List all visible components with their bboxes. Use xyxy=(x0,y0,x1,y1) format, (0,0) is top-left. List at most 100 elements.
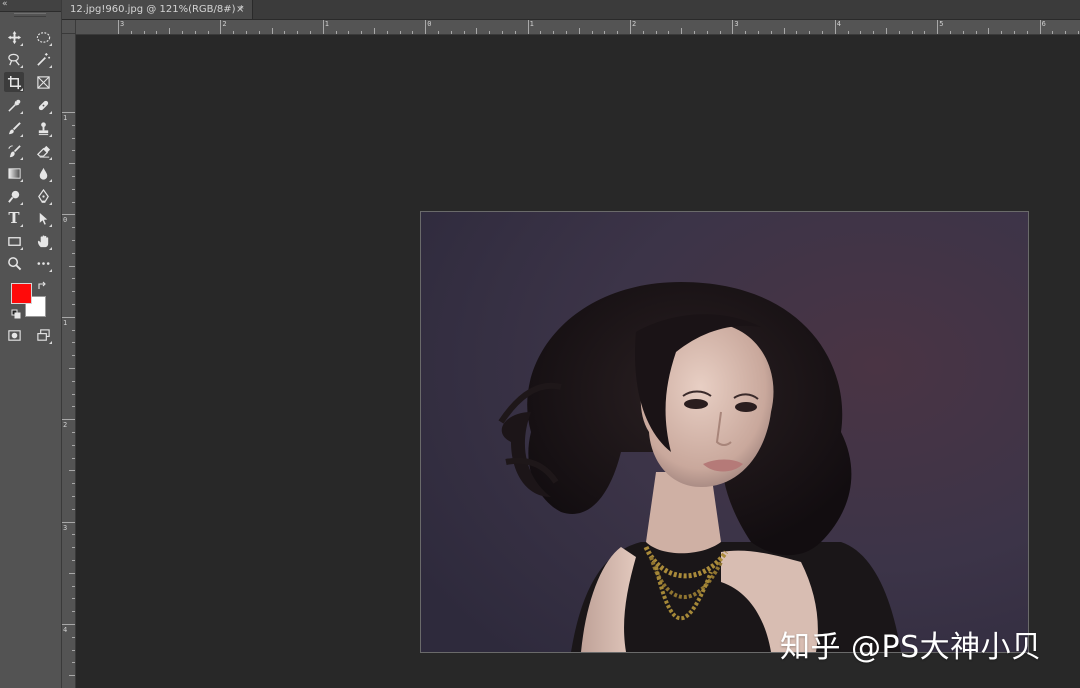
swap-colors-icon[interactable] xyxy=(37,281,47,291)
history-brush-tool-icon[interactable] xyxy=(4,141,24,161)
ruler-label: 3 xyxy=(120,20,125,28)
healing-brush-tool-icon[interactable] xyxy=(33,95,53,115)
ruler-minor-tick xyxy=(182,31,183,34)
crop-tool-icon[interactable] xyxy=(4,72,24,92)
ruler-minor-tick xyxy=(374,28,375,34)
ruler-minor-tick xyxy=(706,31,708,34)
rectangle-tool-icon[interactable] xyxy=(4,231,24,251)
ruler-minor-tick xyxy=(72,432,75,433)
document-tab[interactable]: 12.jpg!960.jpg @ 121%(RGB/8#) * × xyxy=(62,0,253,19)
ruler-minor-tick xyxy=(72,329,75,331)
quick-mask-icon[interactable] xyxy=(4,325,24,345)
ruler-minor-tick xyxy=(72,240,75,241)
ruler-label: 6 xyxy=(1041,20,1046,28)
ruler-label: 2 xyxy=(63,421,68,430)
ruler-origin[interactable] xyxy=(62,20,76,34)
ruler-major-tick xyxy=(937,20,939,34)
ruler-label: 0 xyxy=(63,216,68,225)
magic-wand-tool-icon[interactable] xyxy=(33,49,53,69)
ruler-label: 1 xyxy=(529,20,534,28)
ruler-minor-tick xyxy=(1078,31,1079,34)
brush-tool-icon[interactable] xyxy=(4,118,24,138)
zoom-tool-icon[interactable] xyxy=(4,253,24,273)
elliptical-marquee-tool-icon[interactable] xyxy=(33,27,53,47)
ruler-major-tick xyxy=(425,20,427,34)
pen-tool-icon[interactable] xyxy=(33,186,53,206)
ruler-minor-tick xyxy=(72,176,75,177)
clone-stamp-tool-icon[interactable] xyxy=(33,118,53,138)
ruler-minor-tick xyxy=(553,31,555,34)
close-tab-icon[interactable]: × xyxy=(236,0,244,19)
ruler-minor-tick xyxy=(476,28,478,34)
ruler-minor-tick xyxy=(72,547,75,549)
ruler-minor-tick xyxy=(668,31,670,34)
ruler-minor-tick xyxy=(72,150,75,152)
ruler-minor-tick xyxy=(72,636,75,638)
ruler-minor-tick xyxy=(745,31,747,34)
ruler-major-tick xyxy=(527,20,529,34)
screen-mode-icon[interactable] xyxy=(33,325,53,345)
move-tool-icon[interactable] xyxy=(4,27,24,47)
path-selection-tool-icon[interactable] xyxy=(33,208,53,228)
eyedropper-tool-icon[interactable] xyxy=(4,95,24,115)
ruler-minor-tick xyxy=(809,31,811,34)
ruler-minor-tick xyxy=(72,188,75,190)
ruler-major-tick xyxy=(62,419,75,421)
ruler-minor-tick xyxy=(72,137,75,139)
gradient-tool-icon[interactable] xyxy=(4,163,24,183)
ruler-minor-tick xyxy=(988,28,990,34)
ruler-minor-tick xyxy=(169,28,171,34)
default-colors-icon[interactable] xyxy=(11,309,21,319)
ruler-minor-tick xyxy=(681,28,683,34)
frame-tool-icon[interactable] xyxy=(33,72,53,92)
ruler-minor-tick xyxy=(335,31,337,34)
ruler-minor-tick xyxy=(1052,31,1054,34)
ruler-minor-tick xyxy=(655,31,657,34)
ruler-minor-tick xyxy=(361,31,363,34)
ruler-minor-tick xyxy=(72,662,75,664)
ruler-minor-tick xyxy=(540,31,542,34)
dodge-tool-icon[interactable] xyxy=(4,186,24,206)
ruler-label: 1 xyxy=(63,114,68,122)
ruler-minor-tick xyxy=(69,265,75,267)
collapse-panel-button[interactable]: « xyxy=(2,0,8,10)
ruler-major-tick xyxy=(834,20,836,34)
hand-tool-icon[interactable] xyxy=(33,231,53,251)
horizontal-ruler[interactable]: 3 2 1 0 1 2 3 4 5 6 xyxy=(76,20,1080,35)
ruler-label: 1 xyxy=(324,20,330,28)
ruler-minor-tick xyxy=(72,560,75,561)
ruler-minor-tick xyxy=(450,31,452,34)
ruler-minor-tick xyxy=(72,457,75,459)
ruler-minor-tick xyxy=(72,444,75,446)
more-tools-icon[interactable] xyxy=(33,253,53,273)
ruler-minor-tick xyxy=(69,163,75,165)
ruler-minor-tick xyxy=(72,598,75,600)
ruler-minor-tick xyxy=(194,31,196,34)
ruler-minor-tick xyxy=(72,355,75,357)
eraser-tool-icon[interactable] xyxy=(33,141,53,161)
vertical-ruler[interactable]: 1 0 1 2 3 4 xyxy=(62,34,76,688)
ruler-minor-tick xyxy=(604,31,606,34)
type-tool-icon[interactable]: T xyxy=(4,208,24,228)
ruler-minor-tick xyxy=(69,572,75,574)
blur-tool-icon[interactable] xyxy=(33,163,53,183)
ruler-minor-tick xyxy=(72,496,75,497)
ruler-minor-tick xyxy=(246,31,247,34)
ruler-minor-tick xyxy=(950,31,951,34)
document-canvas[interactable] xyxy=(420,211,1029,653)
ruler-minor-tick xyxy=(1026,31,1028,34)
ruler-label: 2 xyxy=(222,20,227,28)
ruler-minor-tick xyxy=(566,31,567,34)
ruler-minor-tick xyxy=(873,31,875,34)
ruler-major-tick xyxy=(62,316,75,318)
ruler-minor-tick xyxy=(386,31,388,34)
ruler-minor-tick xyxy=(72,649,75,651)
panel-grip[interactable] xyxy=(14,13,46,17)
ruler-minor-tick xyxy=(72,201,75,203)
foreground-color-swatch[interactable] xyxy=(11,283,32,304)
ruler-minor-tick xyxy=(412,31,414,34)
tools-panel-header: « xyxy=(0,0,61,12)
quick-selection-tool-icon[interactable] xyxy=(4,49,24,69)
ruler-label: 3 xyxy=(63,523,68,532)
ruler-minor-tick xyxy=(69,470,75,472)
